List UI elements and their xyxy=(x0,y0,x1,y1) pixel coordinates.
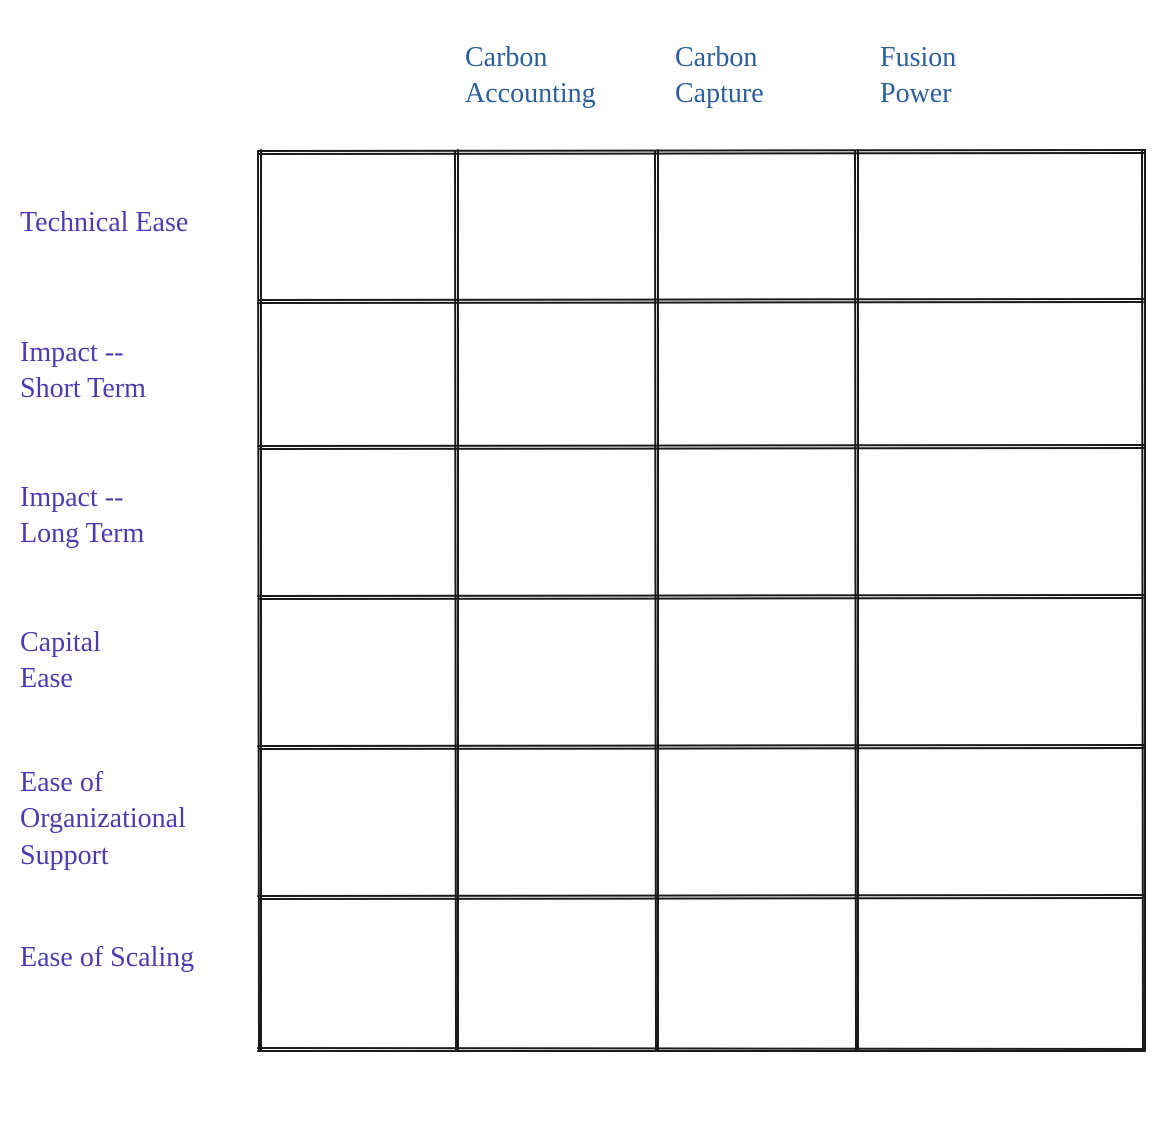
comparison-matrix: Carbon Accounting Carbon Capture Fusion … xyxy=(10,20,1160,1120)
grid-lines xyxy=(10,20,1160,1120)
